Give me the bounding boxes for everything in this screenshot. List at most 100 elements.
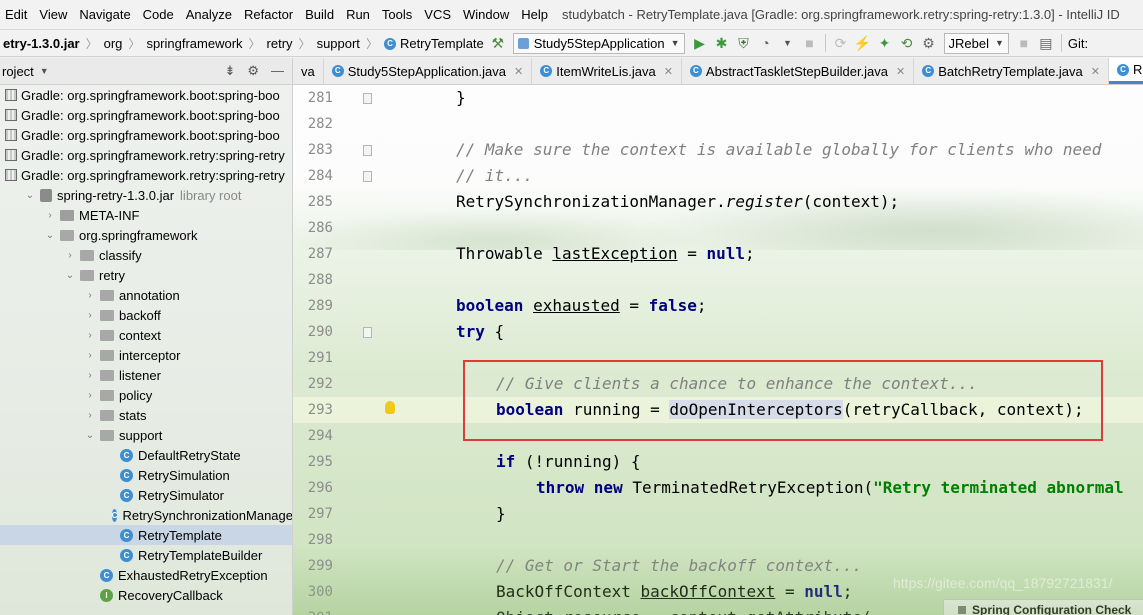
breadcrumb-item[interactable]: etry-1.3.0.jar — [0, 36, 83, 51]
editor-tab[interactable]: CRet — [1108, 58, 1143, 84]
chevron-down-icon[interactable]: ⌄ — [84, 430, 96, 441]
tree-item[interactable]: C ExhaustedRetryException — [0, 565, 292, 585]
chevron-right-icon[interactable]: › — [84, 290, 96, 301]
tree-item[interactable]: › META-INF — [0, 205, 292, 225]
tree-item[interactable]: ⌄ retry — [0, 265, 292, 285]
fold-marker-icon[interactable] — [363, 327, 372, 338]
coverage-icon[interactable]: ⛨ — [733, 35, 755, 52]
tree-item[interactable]: › stats — [0, 405, 292, 425]
project-panel-title[interactable]: roject — [0, 64, 34, 79]
tree-item[interactable]: C DefaultRetryState — [0, 445, 292, 465]
chevron-right-icon[interactable]: › — [84, 390, 96, 401]
menu-item-edit[interactable]: Edit — [0, 7, 33, 22]
collapse-all-icon[interactable]: ⇟ — [224, 63, 235, 79]
tree-item[interactable]: › listener — [0, 365, 292, 385]
tree-item[interactable]: Gradle: org.springframework.retry:spring… — [0, 165, 292, 185]
tree-item[interactable]: › backoff — [0, 305, 292, 325]
chevron-right-icon[interactable]: › — [84, 310, 96, 321]
stop-icon[interactable]: ■ — [799, 35, 821, 51]
breadcrumb-item[interactable]: support — [314, 36, 363, 51]
menu-item-build[interactable]: Build — [299, 7, 340, 22]
menu-item-code[interactable]: Code — [137, 7, 180, 22]
menu-item-view[interactable]: View — [33, 7, 73, 22]
tree-item[interactable]: ⌄ org.springframework — [0, 225, 292, 245]
attach-icon[interactable]: ⟳ — [830, 35, 852, 52]
tree-item[interactable]: C RetryTemplate — [0, 525, 292, 545]
more-run-options-icon[interactable]: ▼ — [777, 38, 799, 48]
editor-tab[interactable]: C Study5StepApplication.java ✕ — [324, 58, 533, 84]
tree-item[interactable]: Gradle: org.springframework.retry:spring… — [0, 145, 292, 165]
menu-item-window[interactable]: Window — [457, 7, 515, 22]
tree-item[interactable]: ⌄ spring-retry-1.3.0.jar library root — [0, 185, 292, 205]
tree-item[interactable]: Gradle: org.springframework.boot:spring-… — [0, 125, 292, 145]
run-configuration-select[interactable]: Study5StepApplication ▼ — [512, 32, 685, 54]
tree-item[interactable]: I RecoveryCallback — [0, 585, 292, 605]
tree-item[interactable]: Gradle: org.springframework.boot:spring-… — [0, 105, 292, 125]
editor-tab[interactable]: C BatchRetryTemplate.java ✕ — [914, 58, 1109, 84]
chevron-right-icon[interactable]: › — [84, 350, 96, 361]
tree-item[interactable]: › classify — [0, 245, 292, 265]
project-structure-icon[interactable]: ▤ — [1035, 35, 1057, 52]
editor-tab[interactable]: C AbstractTaskletStepBuilder.java ✕ — [682, 58, 915, 84]
chevron-right-icon[interactable]: › — [64, 250, 76, 261]
tree-item[interactable]: C RetryTemplateBuilder — [0, 545, 292, 565]
stop-all-icon[interactable]: ■ — [1013, 35, 1035, 51]
breadcrumb-item[interactable]: C RetryTemplate — [381, 36, 487, 51]
tree-item[interactable]: › policy — [0, 385, 292, 405]
breadcrumb-item[interactable]: org — [101, 36, 126, 51]
gear-icon[interactable]: ⚙ — [247, 63, 259, 79]
fold-marker-icon[interactable] — [363, 171, 372, 182]
profile-icon[interactable]: ◔ — [755, 35, 777, 51]
chevron-right-icon[interactable]: › — [44, 210, 56, 221]
menu-item-analyze[interactable]: Analyze — [180, 7, 238, 22]
tree-item[interactable]: › interceptor — [0, 345, 292, 365]
menu-item-refactor[interactable]: Refactor — [238, 7, 299, 22]
notification-balloon[interactable]: Spring Configuration Check — [943, 599, 1143, 615]
run-icon[interactable]: ▶ — [689, 35, 711, 52]
tree-item[interactable]: C RetrySynchronizationManage — [0, 505, 292, 525]
jrebel-debug-icon[interactable]: ✦ — [874, 35, 896, 52]
intention-bulb-icon[interactable] — [385, 401, 395, 414]
tree-item[interactable]: C RetrySimulator — [0, 485, 292, 505]
close-icon[interactable]: ✕ — [1091, 65, 1100, 78]
chevron-right-icon[interactable]: › — [84, 330, 96, 341]
editor-tab[interactable]: va — [293, 58, 324, 84]
menu-item-run[interactable]: Run — [340, 7, 376, 22]
chevron-down-icon[interactable]: ⌄ — [64, 270, 76, 281]
jrebel-select[interactable]: JRebel ▼ — [943, 32, 1009, 54]
chevron-down-icon[interactable]: ⌄ — [44, 230, 56, 241]
tree-item[interactable]: › context — [0, 325, 292, 345]
menu-item-tools[interactable]: Tools — [376, 7, 418, 22]
line-number: 288 — [307, 272, 333, 288]
tree-item[interactable]: › annotation — [0, 285, 292, 305]
project-view-chevron-icon[interactable]: ▼ — [40, 66, 49, 76]
fold-marker-icon[interactable] — [363, 93, 372, 104]
jrebel-run-icon[interactable]: ⚡ — [852, 35, 874, 52]
fold-marker-icon[interactable] — [363, 145, 372, 156]
tree-item[interactable]: C RetrySimulation — [0, 465, 292, 485]
jrebel-update-icon[interactable]: ⟲ — [896, 35, 918, 52]
debug-icon[interactable]: ✱ — [711, 35, 733, 52]
close-icon[interactable]: ✕ — [664, 65, 673, 78]
chevron-right-icon[interactable]: › — [84, 410, 96, 421]
jrebel-settings-icon[interactable]: ⚙ — [918, 35, 940, 52]
tree-item[interactable]: ⌄ support — [0, 425, 292, 445]
build-hammer-icon[interactable]: ⚒ — [487, 35, 509, 52]
git-label[interactable]: Git: — [1066, 36, 1088, 51]
hide-panel-icon[interactable]: — — [271, 63, 284, 79]
breadcrumb-item[interactable]: retry — [264, 36, 296, 51]
editor-tab[interactable]: C ItemWriteLis.java ✕ — [532, 58, 682, 84]
code-editor[interactable]: 281 282 283 284 285 286 287 288 289 290 291 292 293 2… — [293, 85, 1143, 615]
tree-item-label: stats — [119, 407, 147, 423]
breadcrumb-item[interactable]: springframework — [143, 36, 245, 51]
class-icon: C — [540, 65, 553, 77]
menu-item-vcs[interactable]: VCS — [418, 7, 457, 22]
chevron-down-icon[interactable]: ⌄ — [24, 190, 36, 201]
menu-item-help[interactable]: Help — [515, 7, 554, 22]
chevron-right-icon[interactable]: › — [84, 370, 96, 381]
close-icon[interactable]: ✕ — [514, 65, 523, 78]
close-icon[interactable]: ✕ — [896, 65, 905, 78]
package-icon — [80, 249, 94, 261]
tree-item[interactable]: Gradle: org.springframework.boot:spring-… — [0, 85, 292, 105]
menu-item-navigate[interactable]: Navigate — [73, 7, 136, 22]
